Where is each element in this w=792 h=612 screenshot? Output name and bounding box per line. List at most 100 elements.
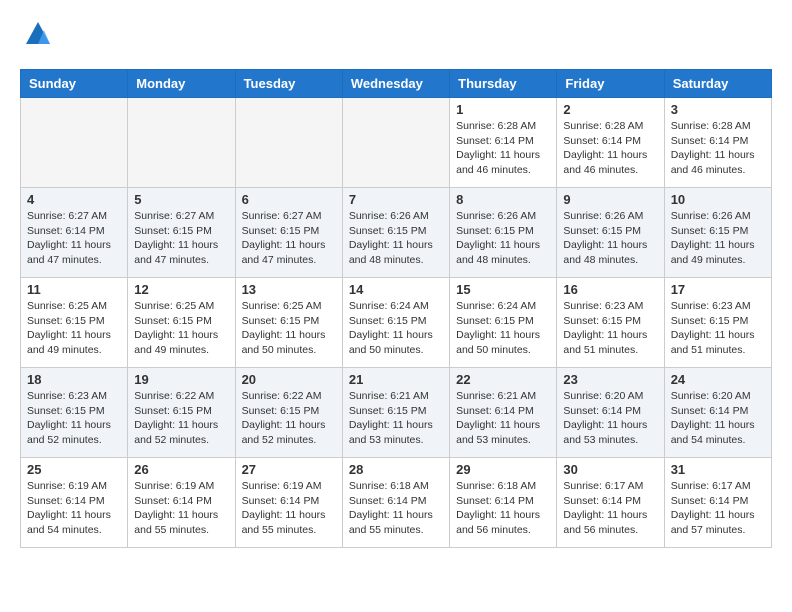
day-number: 22 (456, 372, 550, 387)
calendar-cell (128, 98, 235, 188)
column-header-friday: Friday (557, 70, 664, 98)
column-header-sunday: Sunday (21, 70, 128, 98)
calendar-cell: 9Sunrise: 6:26 AM Sunset: 6:15 PM Daylig… (557, 188, 664, 278)
calendar-cell: 21Sunrise: 6:21 AM Sunset: 6:15 PM Dayli… (342, 368, 449, 458)
day-number: 13 (242, 282, 336, 297)
calendar-cell: 31 Sunrise: 6:17 AM Sunset: 6:14 PM Dayli… (664, 458, 771, 548)
day-number: 27 (242, 462, 336, 477)
calendar-cell: 6 Sunrise: 6:27 AM Sunset: 6:15 PM Daylig… (235, 188, 342, 278)
calendar-cell: 13 Sunrise: 6:25 AM Sunset: 6:15 PM Dayli… (235, 278, 342, 368)
calendar-table: SundayMondayTuesdayWednesdayThursdayFrid… (20, 69, 772, 548)
calendar-cell: 11Sunrise: 6:25 AM Sunset: 6:15 PM Dayli… (21, 278, 128, 368)
calendar-week-row: 4 Sunrise: 6:27 AM Sunset: 6:14 PM Daylig… (21, 188, 772, 278)
day-number: 14 (349, 282, 443, 297)
calendar-cell: 15 Sunrise: 6:24 AM Sunset: 6:15 PM Dayli… (450, 278, 557, 368)
day-number: 28 (349, 462, 443, 477)
calendar-cell: 8Sunrise: 6:26 AM Sunset: 6:15 PM Daylig… (450, 188, 557, 278)
day-info: Sunrise: 6:18 AM Sunset: 6:14 PM Dayligh… (349, 479, 443, 538)
calendar-cell: 2Sunrise: 6:28 AM Sunset: 6:14 PM Daylig… (557, 98, 664, 188)
calendar-cell: 25 Sunrise: 6:19 AM Sunset: 6:14 PM Dayli… (21, 458, 128, 548)
calendar-week-row: 25 Sunrise: 6:19 AM Sunset: 6:14 PM Dayli… (21, 458, 772, 548)
day-info: Sunrise: 6:21 AM Sunset: 6:15 PM Dayligh… (349, 389, 443, 448)
calendar-cell: 14Sunrise: 6:24 AM Sunset: 6:15 PM Dayli… (342, 278, 449, 368)
calendar-week-row: 1 Sunrise: 6:28 AM Sunset: 6:14 PM Daylig… (21, 98, 772, 188)
calendar-cell: 1 Sunrise: 6:28 AM Sunset: 6:14 PM Daylig… (450, 98, 557, 188)
day-info: Sunrise: 6:23 AM Sunset: 6:15 PM Dayligh… (671, 299, 765, 358)
calendar-cell: 3 Sunrise: 6:28 AM Sunset: 6:14 PM Daylig… (664, 98, 771, 188)
day-info: Sunrise: 6:19 AM Sunset: 6:14 PM Dayligh… (134, 479, 228, 538)
calendar-cell: 18 Sunrise: 6:23 AM Sunset: 6:15 PM Dayli… (21, 368, 128, 458)
day-number: 10 (671, 192, 765, 207)
calendar-cell: 12 Sunrise: 6:25 AM Sunset: 6:15 PM Dayli… (128, 278, 235, 368)
calendar-cell: 28 Sunrise: 6:18 AM Sunset: 6:14 PM Dayli… (342, 458, 449, 548)
page-header (20, 20, 772, 53)
day-info: Sunrise: 6:23 AM Sunset: 6:15 PM Dayligh… (563, 299, 657, 358)
day-number: 4 (27, 192, 121, 207)
calendar-cell: 26 Sunrise: 6:19 AM Sunset: 6:14 PM Dayli… (128, 458, 235, 548)
day-number: 19 (134, 372, 228, 387)
day-info: Sunrise: 6:27 AM Sunset: 6:15 PM Dayligh… (134, 209, 228, 268)
logo (20, 20, 52, 53)
calendar-cell (235, 98, 342, 188)
day-info: Sunrise: 6:20 AM Sunset: 6:14 PM Dayligh… (563, 389, 657, 448)
calendar-cell: 30 Sunrise: 6:17 AM Sunset: 6:14 PM Dayli… (557, 458, 664, 548)
day-number: 20 (242, 372, 336, 387)
day-number: 11 (27, 282, 121, 297)
day-number: 16 (563, 282, 657, 297)
day-info: Sunrise: 6:17 AM Sunset: 6:14 PM Dayligh… (563, 479, 657, 538)
calendar-cell: 19 Sunrise: 6:22 AM Sunset: 6:15 PM Dayli… (128, 368, 235, 458)
day-number: 15 (456, 282, 550, 297)
day-info: Sunrise: 6:25 AM Sunset: 6:15 PM Dayligh… (134, 299, 228, 358)
calendar-cell: 4 Sunrise: 6:27 AM Sunset: 6:14 PM Daylig… (21, 188, 128, 278)
day-info: Sunrise: 6:28 AM Sunset: 6:14 PM Dayligh… (456, 119, 550, 178)
day-number: 24 (671, 372, 765, 387)
day-info: Sunrise: 6:19 AM Sunset: 6:14 PM Dayligh… (242, 479, 336, 538)
day-number: 3 (671, 102, 765, 117)
day-info: Sunrise: 6:20 AM Sunset: 6:14 PM Dayligh… (671, 389, 765, 448)
day-info: Sunrise: 6:24 AM Sunset: 6:15 PM Dayligh… (456, 299, 550, 358)
logo-icon (24, 20, 52, 48)
day-number: 6 (242, 192, 336, 207)
day-info: Sunrise: 6:23 AM Sunset: 6:15 PM Dayligh… (27, 389, 121, 448)
day-number: 17 (671, 282, 765, 297)
day-number: 31 (671, 462, 765, 477)
calendar-cell: 7 Sunrise: 6:26 AM Sunset: 6:15 PM Daylig… (342, 188, 449, 278)
calendar-week-row: 18 Sunrise: 6:23 AM Sunset: 6:15 PM Dayli… (21, 368, 772, 458)
calendar-cell: 29 Sunrise: 6:18 AM Sunset: 6:14 PM Dayli… (450, 458, 557, 548)
day-info: Sunrise: 6:26 AM Sunset: 6:15 PM Dayligh… (349, 209, 443, 268)
column-header-saturday: Saturday (664, 70, 771, 98)
calendar-week-row: 11 Sunrise: 6:25 AM Sunset: 6:15 PM Dayli… (21, 278, 772, 368)
day-number: 12 (134, 282, 228, 297)
day-number: 29 (456, 462, 550, 477)
day-number: 26 (134, 462, 228, 477)
day-info: Sunrise: 6:27 AM Sunset: 6:15 PM Dayligh… (242, 209, 336, 268)
day-info: Sunrise: 6:26 AM Sunset: 6:15 PM Dayligh… (456, 209, 550, 268)
day-info: Sunrise: 6:26 AM Sunset: 6:15 PM Dayligh… (563, 209, 657, 268)
calendar-cell (21, 98, 128, 188)
column-header-wednesday: Wednesday (342, 70, 449, 98)
calendar-cell: 20 Sunrise: 6:22 AM Sunset: 6:15 PM Dayli… (235, 368, 342, 458)
day-info: Sunrise: 6:18 AM Sunset: 6:14 PM Dayligh… (456, 479, 550, 538)
column-header-tuesday: Tuesday (235, 70, 342, 98)
day-number: 30 (563, 462, 657, 477)
day-info: Sunrise: 6:21 AM Sunset: 6:14 PM Dayligh… (456, 389, 550, 448)
day-number: 25 (27, 462, 121, 477)
day-info: Sunrise: 6:17 AM Sunset: 6:14 PM Dayligh… (671, 479, 765, 538)
day-info: Sunrise: 6:19 AM Sunset: 6:14 PM Dayligh… (27, 479, 121, 538)
calendar-cell: 10 Sunrise: 6:26 AM Sunset: 6:15 PM Dayli… (664, 188, 771, 278)
day-number: 7 (349, 192, 443, 207)
column-header-thursday: Thursday (450, 70, 557, 98)
day-info: Sunrise: 6:25 AM Sunset: 6:15 PM Dayligh… (242, 299, 336, 358)
day-info: Sunrise: 6:22 AM Sunset: 6:15 PM Dayligh… (242, 389, 336, 448)
column-header-monday: Monday (128, 70, 235, 98)
day-info: Sunrise: 6:27 AM Sunset: 6:14 PM Dayligh… (27, 209, 121, 268)
day-info: Sunrise: 6:28 AM Sunset: 6:14 PM Dayligh… (671, 119, 765, 178)
calendar-cell: 17 Sunrise: 6:23 AM Sunset: 6:15 PM Dayli… (664, 278, 771, 368)
day-number: 1 (456, 102, 550, 117)
day-number: 18 (27, 372, 121, 387)
calendar-cell: 5Sunrise: 6:27 AM Sunset: 6:15 PM Daylig… (128, 188, 235, 278)
day-info: Sunrise: 6:26 AM Sunset: 6:15 PM Dayligh… (671, 209, 765, 268)
day-number: 2 (563, 102, 657, 117)
day-info: Sunrise: 6:22 AM Sunset: 6:15 PM Dayligh… (134, 389, 228, 448)
day-number: 23 (563, 372, 657, 387)
